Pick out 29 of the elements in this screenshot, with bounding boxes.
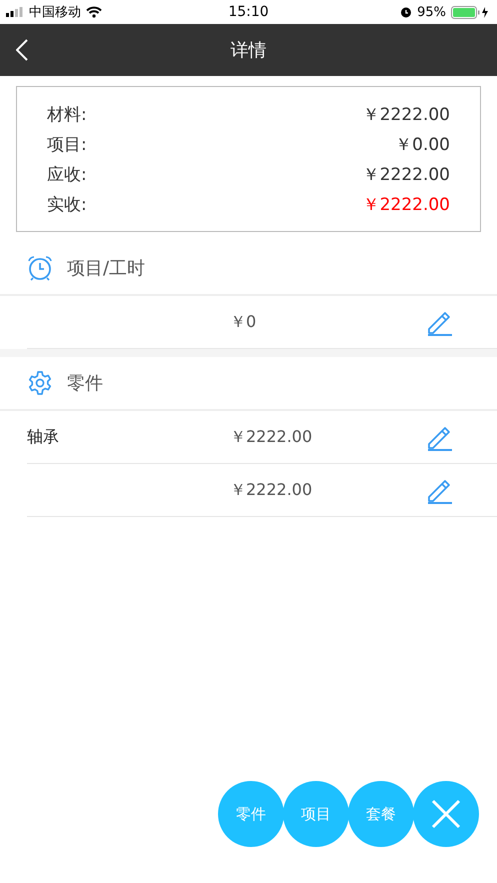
fab-button[interactable]: 零件 — [218, 781, 284, 847]
signal-icon — [6, 7, 24, 17]
status-time: 15:10 — [228, 4, 269, 20]
summary-value: ￥0.00 — [395, 134, 450, 157]
fab-button[interactable]: 套餐 — [348, 781, 414, 847]
item-amount: ￥2222.00 — [230, 480, 314, 500]
item-amount: ￥0 — [230, 312, 258, 332]
summary-value: ￥2222.00 — [362, 164, 450, 187]
page-title: 详情 — [230, 39, 266, 62]
summary-label: 材料: — [47, 104, 87, 127]
summary-label: 实收: — [47, 194, 87, 217]
gear-icon — [27, 370, 53, 396]
carrier-name: 中国移动 — [29, 4, 81, 21]
wifi-icon — [86, 6, 102, 18]
alarm-icon — [400, 6, 412, 18]
alarm-clock-icon — [27, 255, 53, 281]
item-name: 轴承 — [27, 426, 60, 448]
section-title: 零件 — [67, 372, 103, 395]
item-amount: ￥2222.00 — [230, 426, 314, 448]
summary-value: ￥2222.00 — [362, 104, 450, 127]
battery-icon — [451, 6, 491, 18]
summary-label: 应收: — [47, 164, 87, 187]
summary-value: ￥2222.00 — [362, 194, 450, 217]
summary-label: 项目: — [47, 134, 87, 157]
back-icon[interactable] — [16, 39, 28, 61]
section-title: 项目/工时 — [67, 257, 146, 280]
battery-percent: 95% — [417, 4, 446, 20]
fab-button[interactable]: 项目 — [283, 781, 349, 847]
close-icon — [430, 798, 462, 830]
